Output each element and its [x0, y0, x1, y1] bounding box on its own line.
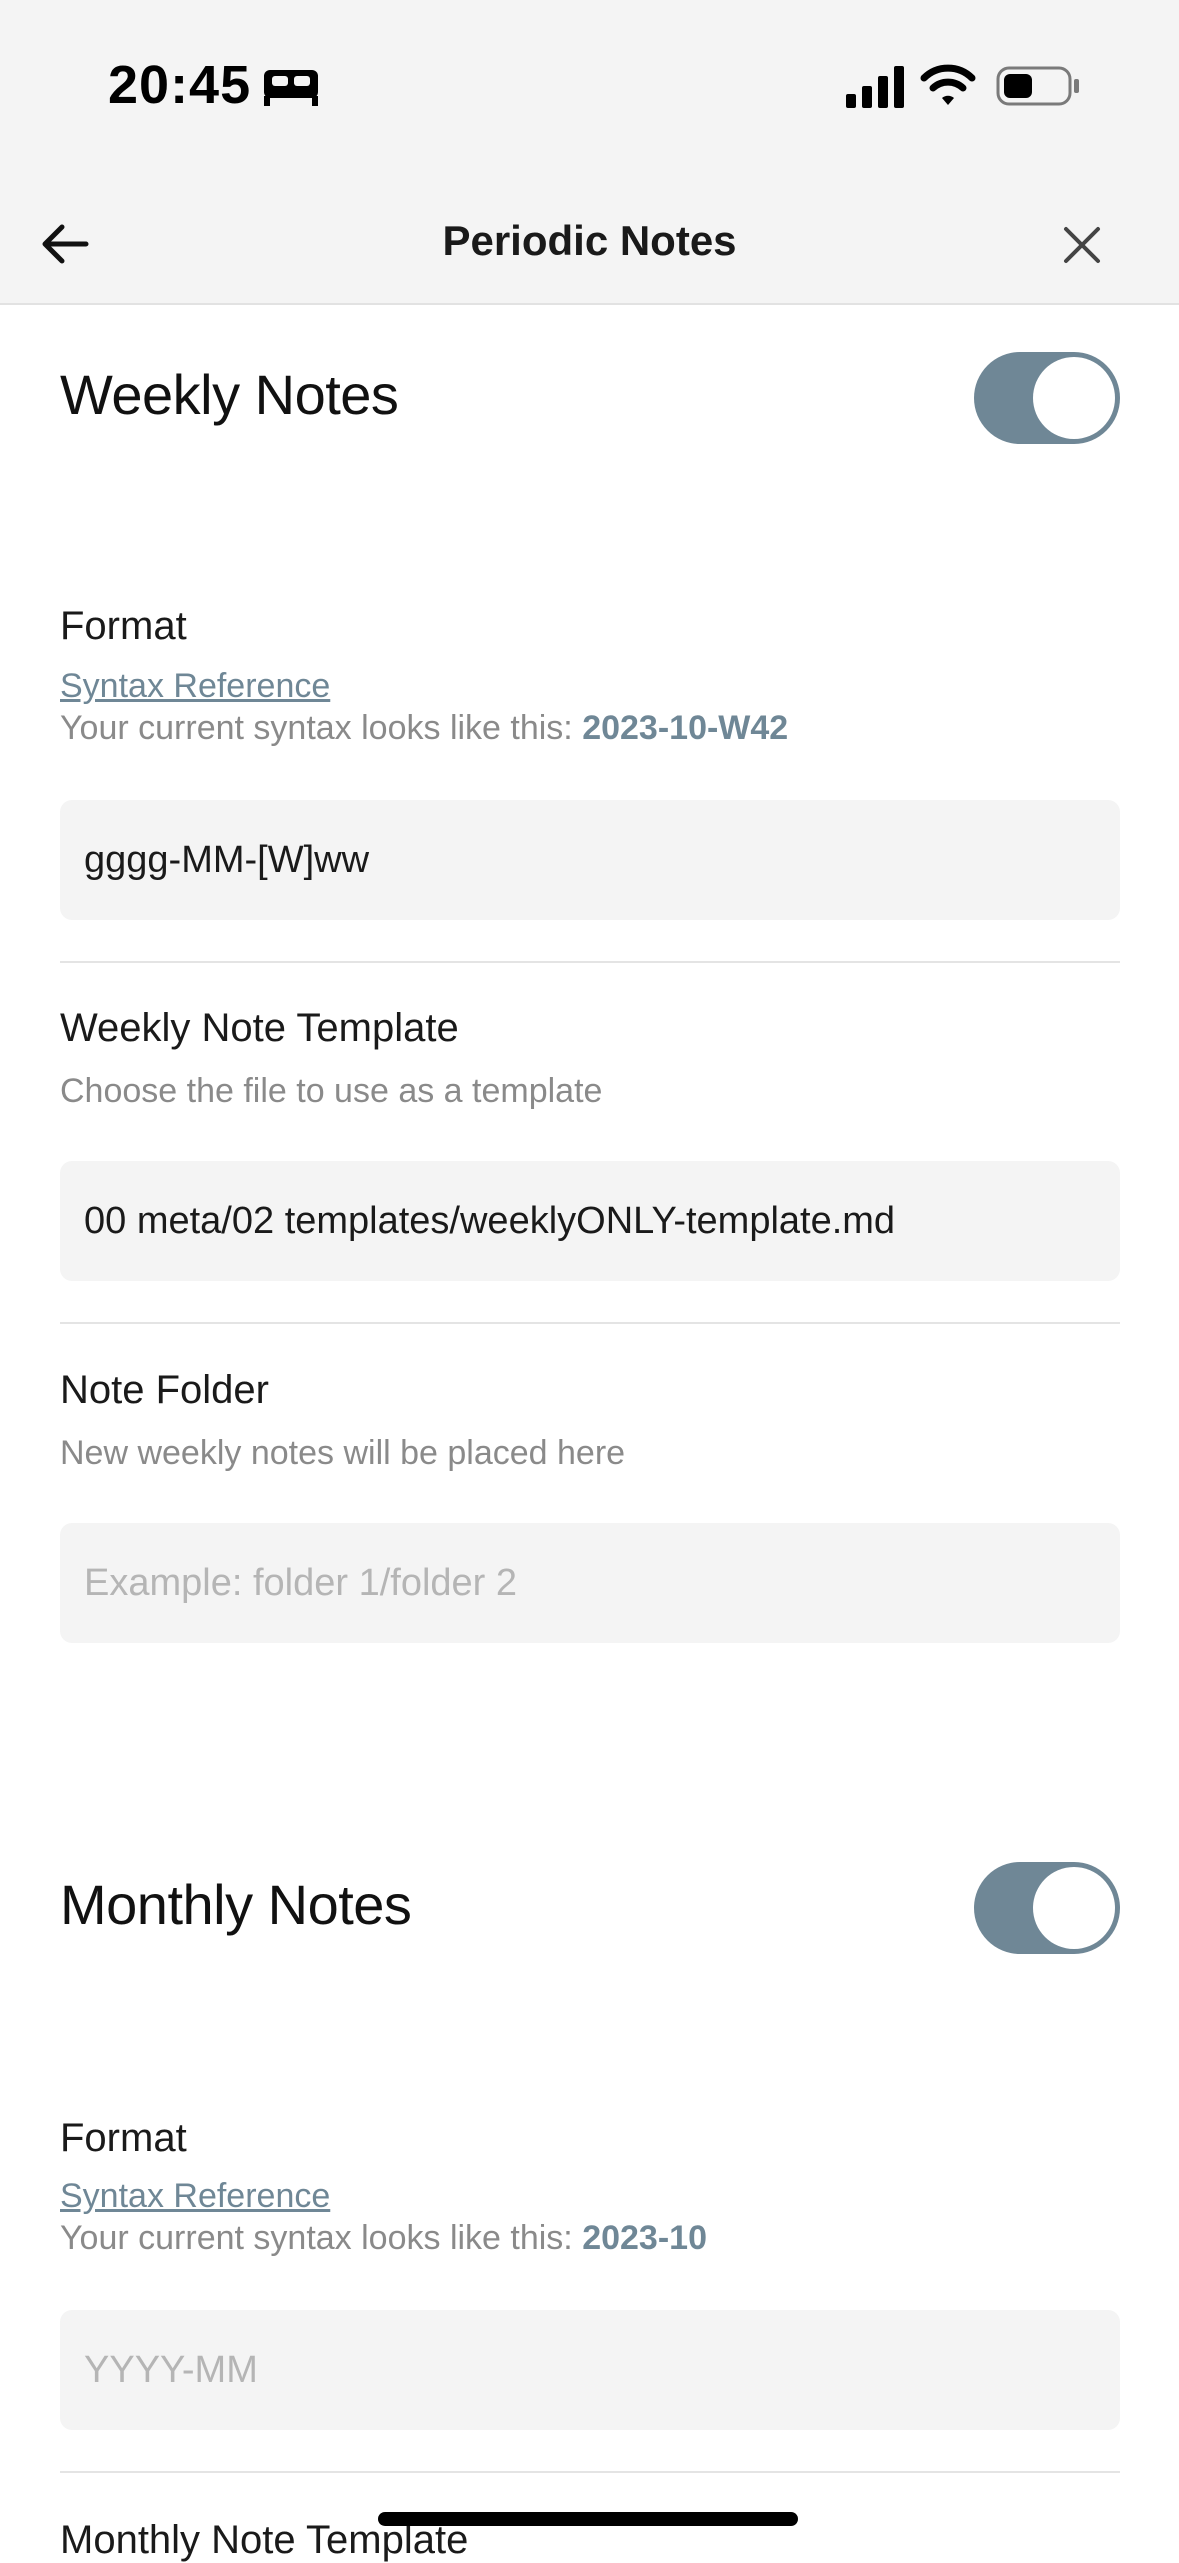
status-bar: 20:45 [0, 0, 1179, 175]
weekly-format-description: Your current syntax looks like this: 202… [60, 709, 789, 747]
toggle-knob [1033, 1867, 1115, 1949]
monthly-notes-toggle[interactable] [974, 1862, 1120, 1954]
toggle-knob [1033, 357, 1115, 439]
status-time: 20:45 [108, 55, 252, 115]
weekly-template-label: Weekly Note Template [60, 1006, 459, 1050]
weekly-folder-label: Note Folder [60, 1368, 269, 1412]
weekly-format-preview: 2023-10-W42 [582, 709, 789, 747]
monthly-format-preview: 2023-10 [582, 2219, 707, 2257]
monthly-notes-heading: Monthly Notes [60, 1873, 412, 1936]
weekly-template-input[interactable]: 00 meta/02 templates/weeklyONLY-template… [60, 1161, 1120, 1281]
nav-bar: Periodic Notes [0, 175, 1179, 305]
weekly-syntax-reference-link[interactable]: Syntax Reference [60, 667, 330, 706]
weekly-notes-toggle[interactable] [974, 352, 1120, 444]
weekly-folder-input[interactable]: Example: folder 1/folder 2 [60, 1523, 1120, 1643]
close-icon[interactable] [1056, 219, 1108, 271]
battery-icon [996, 66, 1079, 106]
monthly-syntax-reference-link[interactable]: Syntax Reference [60, 2177, 330, 2216]
divider [60, 961, 1120, 963]
weekly-format-label: Format [60, 604, 187, 648]
weekly-format-input[interactable]: gggg-MM-[W]ww [60, 800, 1120, 920]
monthly-format-description: Your current syntax looks like this: 202… [60, 2219, 707, 2257]
weekly-notes-heading: Weekly Notes [60, 363, 399, 426]
signal-icon [846, 66, 904, 108]
weekly-template-description: Choose the file to use as a template [60, 1072, 603, 1110]
divider [60, 1322, 1120, 1324]
home-indicator[interactable] [378, 2512, 798, 2526]
bed-icon [264, 70, 318, 106]
monthly-format-input[interactable]: YYYY-MM [60, 2310, 1120, 2430]
page-title: Periodic Notes [442, 217, 737, 264]
weekly-folder-description: New weekly notes will be placed here [60, 1434, 626, 1472]
monthly-format-label: Format [60, 2116, 187, 2160]
wifi-icon [920, 64, 976, 105]
divider [60, 2471, 1120, 2473]
